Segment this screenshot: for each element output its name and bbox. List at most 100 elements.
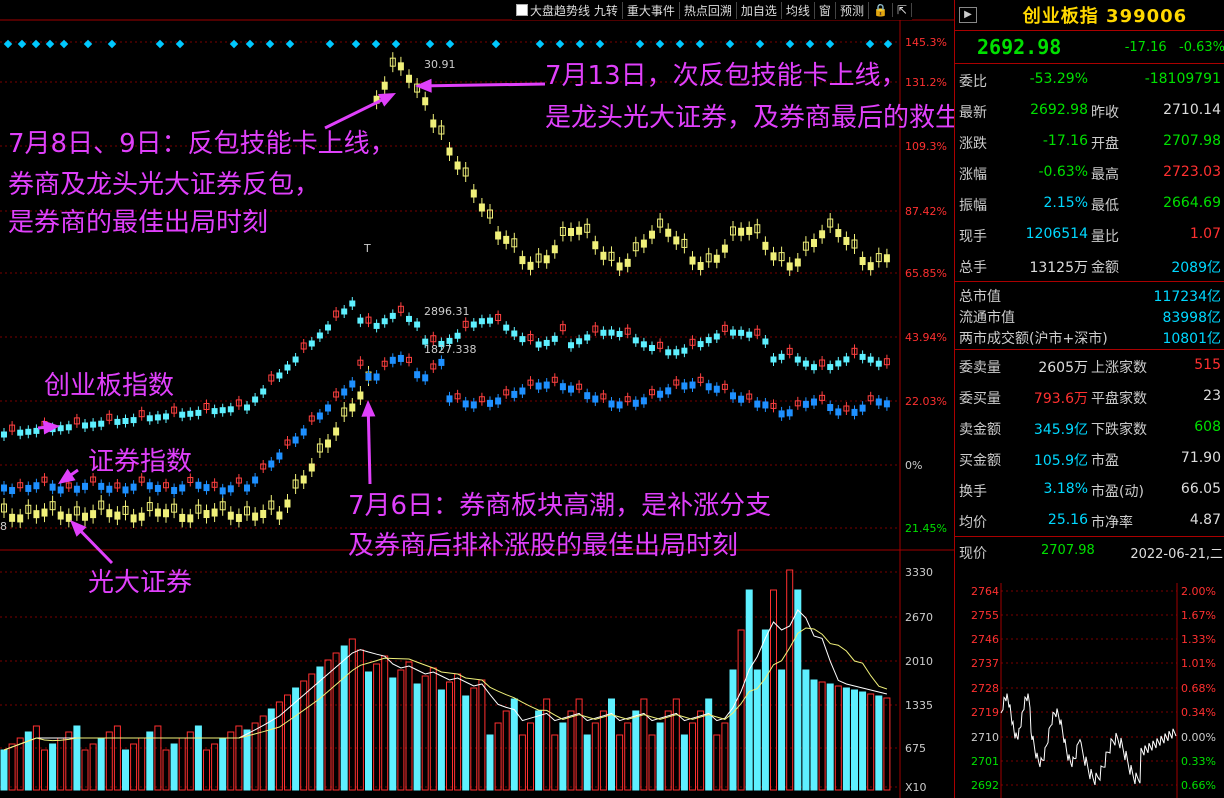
candle-body — [219, 487, 226, 495]
signal-diamond — [535, 39, 545, 49]
row-label-2: 量比 — [1091, 229, 1119, 245]
candle-body — [381, 81, 388, 90]
candle-body — [227, 406, 234, 413]
candle-body — [721, 244, 728, 253]
collapse-arrow-icon[interactable]: ▶ — [959, 7, 977, 23]
row-value: 13125万 — [1029, 260, 1088, 276]
volume-bar — [65, 731, 73, 791]
annotation-jul89-2: 券商及龙头光大证券反包， — [8, 170, 321, 200]
candle-body — [308, 463, 315, 472]
toolbar-window[interactable]: 窗 — [815, 1, 836, 19]
toolbar-hotspot[interactable]: 热点回溯 — [680, 1, 737, 19]
toolbar-add-fav[interactable]: 加自选 — [737, 1, 782, 19]
current-price: 2692.98 — [977, 35, 1062, 59]
signal-diamond — [45, 39, 55, 49]
mini-left-label: 2737 — [971, 657, 999, 670]
candle-body — [875, 360, 882, 367]
volume-bar — [680, 734, 688, 791]
candle-body — [713, 254, 720, 263]
candle-body — [730, 329, 736, 336]
candle-body — [1, 431, 7, 438]
toolbar-trend[interactable]: 大盘趋势线 九转 — [512, 1, 623, 19]
candle-body — [333, 427, 340, 436]
candle-body — [33, 510, 40, 519]
volume-bar — [81, 749, 89, 791]
quote-row: 涨跌 -17.16 开盘 2707.98 — [955, 126, 1224, 157]
candle-body — [349, 380, 356, 388]
row-label: 委比 — [959, 74, 987, 90]
candle-body — [389, 312, 396, 319]
candle-body — [325, 439, 331, 448]
volume-bar — [527, 722, 534, 791]
candle-body — [300, 475, 307, 484]
candle-body — [154, 508, 161, 517]
candle-body — [292, 356, 299, 363]
candle-body — [130, 417, 137, 424]
price-axis-label: 22.03% — [905, 395, 947, 408]
cap-label: 总市值 — [959, 289, 1001, 305]
candle-body — [414, 371, 421, 379]
price-axis-label: 65.85% — [905, 267, 947, 280]
candle-body — [179, 411, 186, 418]
candle-body — [82, 512, 88, 521]
toolbar-events[interactable]: 重大事件 — [623, 1, 680, 19]
volume-bar — [429, 667, 437, 791]
toolbar-predict[interactable]: 预测 — [836, 1, 869, 19]
mini-intraday-chart[interactable]: 2764 2.00% 2755 1.67% 2746 1.33% 2737 1.01% 2728… — [955, 583, 1224, 798]
candle-body — [276, 372, 283, 379]
row-label-2: 昨收 — [1091, 105, 1119, 121]
volume-bar — [365, 671, 372, 791]
candle-body — [543, 339, 550, 346]
volume-bar — [583, 734, 591, 791]
signal-diamond — [371, 39, 381, 49]
candle-body — [738, 227, 745, 236]
volume-bar — [478, 679, 486, 791]
candle-body — [875, 398, 882, 406]
expand-icon[interactable]: ⇱ — [893, 3, 912, 17]
volume-bar — [446, 681, 453, 791]
toolbar-ma[interactable]: 均线 — [782, 1, 815, 19]
price-row: 2692.98 -17.16 -0.63% — [955, 30, 1224, 63]
volume-bar — [421, 675, 429, 791]
now-price: 2707.98 — [1041, 543, 1095, 558]
volume-bar — [883, 697, 891, 791]
row-label: 现手 — [959, 229, 987, 245]
signal-diamond — [265, 39, 275, 49]
label-cyb-index: 创业板指数 — [44, 371, 175, 401]
signal-diamond — [325, 39, 335, 49]
quote-row: 委卖量 2605万 上涨家数 515 — [955, 350, 1224, 381]
quote-rows-2: 委卖量 2605万 上涨家数 515 委买量 793.6万 平盘家数 23 卖金额 345.9亿下… — [955, 349, 1224, 536]
candle-body — [519, 256, 526, 265]
candle-body — [203, 484, 210, 492]
row-value-2: -18109791 — [1144, 71, 1221, 87]
row-label-2: 市盈 — [1091, 453, 1119, 469]
lock-icon[interactable]: 🔒 — [869, 3, 893, 17]
quote-row: 卖金额 345.9亿 下跌家数 608 — [955, 412, 1224, 443]
volume-bar — [57, 737, 65, 791]
candle-body — [146, 415, 153, 422]
volume-bar — [778, 669, 786, 791]
price-axis-label: 21.45% — [905, 522, 947, 535]
candle-body — [584, 392, 591, 400]
candle-body — [106, 485, 113, 493]
candle-body — [57, 511, 64, 520]
volume-axis-label: 1335 — [905, 699, 933, 712]
candle-body — [349, 403, 356, 412]
row-label: 涨幅 — [959, 167, 987, 183]
candle-body — [1, 484, 7, 492]
row-label: 振幅 — [959, 198, 987, 214]
checkbox-icon[interactable] — [516, 3, 528, 16]
cap-label: 流通市值 — [959, 310, 1015, 326]
candle-body — [341, 308, 348, 315]
candle-body — [640, 239, 647, 248]
volume-bar — [235, 725, 243, 791]
signal-diamond — [245, 39, 255, 49]
candle-body — [195, 409, 202, 416]
volume-axis-label: X10 — [905, 781, 927, 794]
signal-diamond — [825, 39, 835, 49]
now-label: 现价 — [959, 546, 987, 562]
candle-body — [883, 254, 890, 263]
quote-row: 均价 25.16 市净率 4.87 — [955, 505, 1224, 536]
price-axis-label: 0% — [905, 459, 922, 472]
volume-bar — [462, 695, 470, 791]
